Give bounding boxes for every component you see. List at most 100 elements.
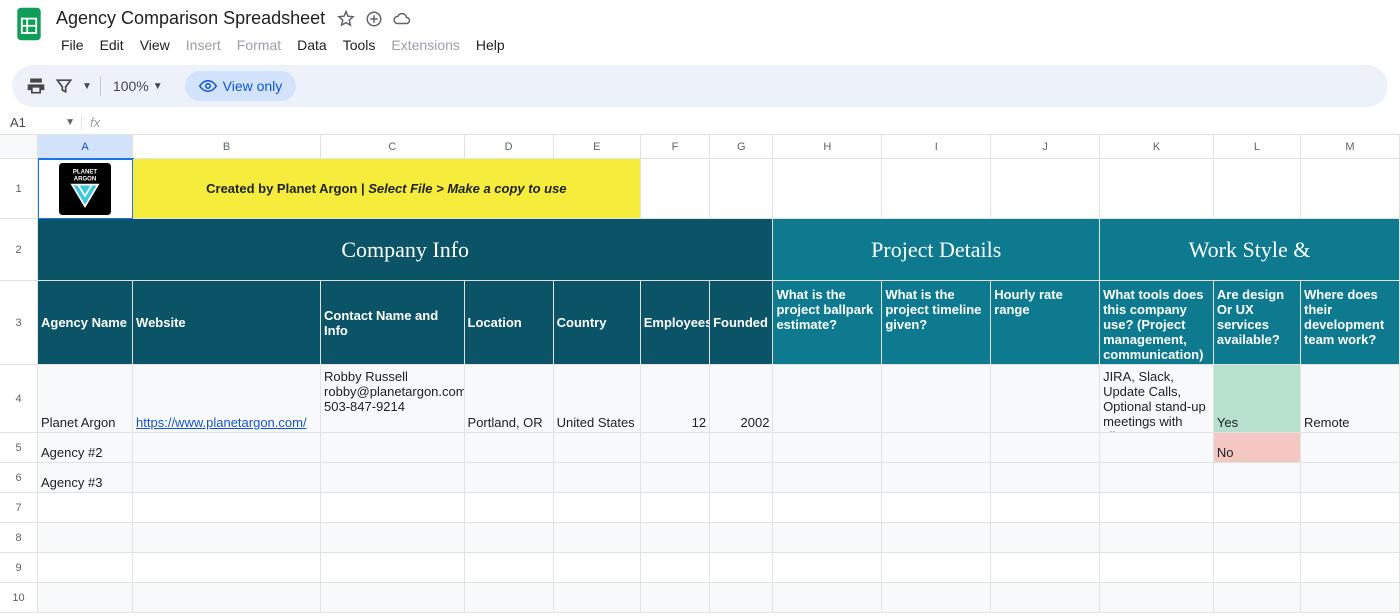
cell-remote[interactable] — [1301, 463, 1400, 493]
cell[interactable] — [882, 159, 991, 219]
cell-agency[interactable]: Agency #2 — [38, 433, 133, 463]
cell-founded[interactable] — [710, 463, 773, 493]
col-header-L[interactable]: L — [1214, 135, 1301, 159]
cell[interactable] — [1301, 159, 1400, 219]
cell[interactable] — [1214, 553, 1301, 583]
cell[interactable] — [1100, 523, 1214, 553]
cell[interactable] — [710, 493, 773, 523]
col-header-E[interactable]: E — [554, 135, 641, 159]
cell[interactable] — [641, 159, 710, 219]
cell[interactable] — [465, 553, 554, 583]
cell[interactable] — [882, 493, 991, 523]
cell[interactable] — [991, 583, 1100, 613]
menu-data[interactable]: Data — [290, 33, 334, 57]
cell-timeline[interactable] — [882, 463, 991, 493]
cell[interactable] — [991, 523, 1100, 553]
row-header-2[interactable]: 2 — [0, 219, 38, 281]
menu-file[interactable]: File — [54, 33, 91, 57]
cell[interactable] — [882, 523, 991, 553]
menu-extensions[interactable]: Extensions — [384, 33, 466, 57]
cell[interactable] — [465, 493, 554, 523]
cell[interactable] — [1100, 159, 1214, 219]
cell[interactable] — [710, 523, 773, 553]
menu-format[interactable]: Format — [230, 33, 288, 57]
cell-employees[interactable] — [641, 463, 710, 493]
select-all-corner[interactable] — [0, 135, 38, 159]
cell-design[interactable] — [1214, 463, 1301, 493]
cell[interactable] — [321, 553, 465, 583]
col-header-H[interactable]: H — [773, 135, 882, 159]
row-header-10[interactable]: 10 — [0, 583, 38, 613]
cell[interactable] — [1214, 523, 1301, 553]
print-icon[interactable] — [26, 76, 46, 96]
cell[interactable] — [641, 523, 710, 553]
cell[interactable] — [321, 523, 465, 553]
cell[interactable] — [38, 583, 133, 613]
menu-help[interactable]: Help — [469, 33, 512, 57]
colhdr-L[interactable]: Are design Or UX services available? — [1214, 281, 1301, 365]
banner-cell[interactable]: Created by Planet Argon | Select File > … — [133, 159, 641, 219]
cell[interactable] — [1301, 523, 1400, 553]
cell[interactable] — [641, 553, 710, 583]
cell-website[interactable]: https://www.planetargon.com/ — [133, 365, 321, 433]
menu-tools[interactable]: Tools — [336, 33, 383, 57]
col-header-B[interactable]: B — [133, 135, 321, 159]
cell-tools[interactable] — [1100, 463, 1214, 493]
row-header-9[interactable]: 9 — [0, 553, 38, 583]
cell-rate[interactable] — [991, 433, 1100, 463]
cell-design[interactable]: Yes — [1214, 365, 1301, 433]
colhdr-K[interactable]: What tools does this company use? (Proje… — [1100, 281, 1214, 365]
cell[interactable] — [554, 553, 641, 583]
colhdr-I[interactable]: What is the project timeline given? — [882, 281, 991, 365]
cell[interactable] — [133, 493, 321, 523]
cell-timeline[interactable] — [882, 365, 991, 433]
section-company[interactable]: Company Info — [38, 219, 773, 281]
cell[interactable] — [641, 493, 710, 523]
colhdr-B[interactable]: Website — [133, 281, 321, 365]
cell-design[interactable]: No — [1214, 433, 1301, 463]
move-icon[interactable] — [365, 10, 383, 28]
cell[interactable] — [773, 583, 882, 613]
cell-location[interactable] — [465, 433, 554, 463]
row-header-4[interactable]: 4 — [0, 365, 38, 433]
cell[interactable] — [133, 523, 321, 553]
website-link[interactable]: https://www.planetargon.com/ — [136, 415, 307, 430]
cell[interactable] — [773, 493, 882, 523]
colhdr-E[interactable]: Country — [554, 281, 641, 365]
cell-website[interactable] — [133, 463, 321, 493]
sheets-logo-icon[interactable] — [14, 6, 44, 42]
section-work[interactable]: Work Style & — [1100, 219, 1400, 281]
col-header-I[interactable]: I — [882, 135, 991, 159]
logo-cell[interactable]: PLANETARGON — [38, 159, 133, 219]
cell[interactable] — [1100, 583, 1214, 613]
cell[interactable] — [1100, 553, 1214, 583]
cell[interactable] — [1301, 493, 1400, 523]
col-header-C[interactable]: C — [321, 135, 465, 159]
row-header-8[interactable]: 8 — [0, 523, 38, 553]
colhdr-C[interactable]: Contact Name and Info — [321, 281, 465, 365]
col-header-J[interactable]: J — [991, 135, 1100, 159]
row-header-3[interactable]: 3 — [0, 281, 38, 365]
cell[interactable] — [321, 583, 465, 613]
cell[interactable] — [991, 553, 1100, 583]
cell-estimate[interactable] — [773, 463, 882, 493]
cell[interactable] — [554, 523, 641, 553]
cell[interactable] — [773, 553, 882, 583]
menu-view[interactable]: View — [133, 33, 177, 57]
cell-location[interactable]: Portland, OR — [465, 365, 554, 433]
zoom-selector[interactable]: 100% ▼ — [109, 78, 167, 94]
col-header-M[interactable]: M — [1301, 135, 1400, 159]
cell-contact[interactable] — [321, 433, 465, 463]
cell[interactable] — [554, 583, 641, 613]
menu-insert[interactable]: Insert — [179, 33, 228, 57]
cell[interactable] — [1301, 583, 1400, 613]
col-header-D[interactable]: D — [465, 135, 554, 159]
row-header-5[interactable]: 5 — [0, 433, 38, 463]
colhdr-D[interactable]: Location — [465, 281, 554, 365]
cell-founded[interactable]: 2002 — [710, 365, 773, 433]
cell[interactable] — [133, 583, 321, 613]
cell-rate[interactable] — [991, 463, 1100, 493]
formula-input[interactable] — [106, 111, 1400, 134]
col-header-K[interactable]: K — [1100, 135, 1214, 159]
cell-remote[interactable]: Remote — [1301, 365, 1400, 433]
